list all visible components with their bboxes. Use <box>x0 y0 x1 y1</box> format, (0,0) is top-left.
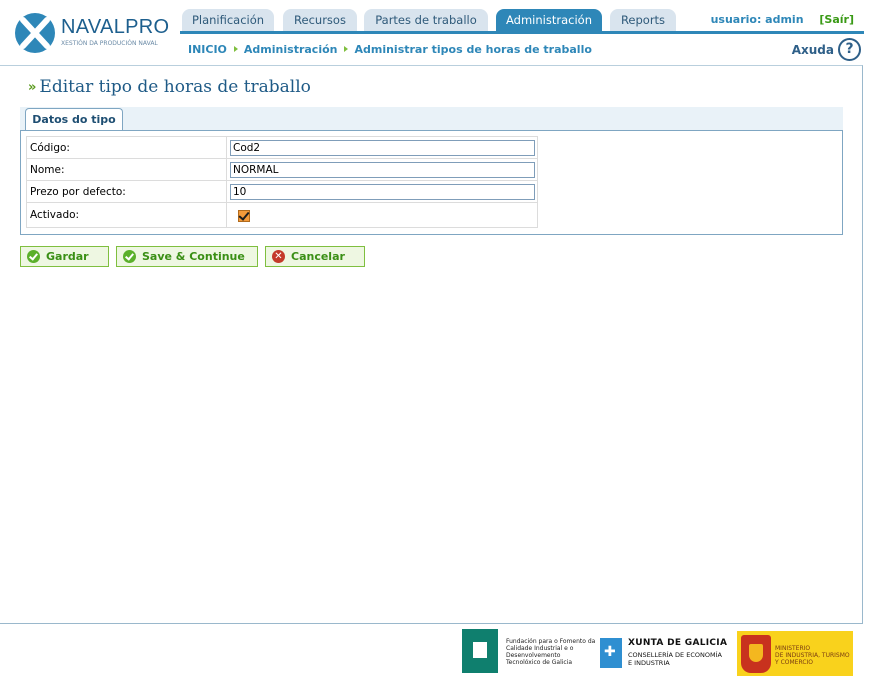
tab-partes-de-traballo[interactable]: Partes de traballo <box>364 9 488 32</box>
current-user: usuario: admin <box>710 13 804 26</box>
tab-recursos[interactable]: Recursos <box>283 9 357 32</box>
fundacion-text: Fundación para o Fomento da Calidade Ind… <box>506 638 596 666</box>
xunta-title: XUNTA DE GALICIA <box>628 638 728 648</box>
form-row-enabled: Activado: <box>26 202 538 228</box>
fundacion-mark-icon <box>462 629 498 673</box>
ministerio-line1: MINISTERIO <box>775 645 811 652</box>
brand-name: NAVALPRO <box>61 16 170 38</box>
name-label: Nome: <box>26 158 227 181</box>
footer: Fundación para o Fomento da Calidade Ind… <box>0 628 869 681</box>
save-continue-button-label: Save & Continue <box>142 250 245 263</box>
breadcrumb-home[interactable]: INICIO <box>188 43 227 56</box>
breadcrumb-separator-icon <box>233 46 238 52</box>
form-row-price: Prezo por defecto: <box>26 180 538 203</box>
tab-datos-do-tipo[interactable]: Datos do tipo <box>25 108 123 131</box>
xunta-subtitle-line2: E INDUSTRIA <box>628 659 670 667</box>
ministerio-logo: MINISTERIO DE INDUSTRIA, TURISMO Y COMER… <box>737 631 853 676</box>
price-input[interactable] <box>230 183 535 200</box>
user-bar: usuario: admin [Saír] <box>711 13 854 26</box>
code-input[interactable] <box>230 139 535 156</box>
page-heading: » Editar tipo de horas de traballo <box>28 77 311 97</box>
form-row-name: Nome: <box>26 158 538 181</box>
price-label: Prezo por defecto: <box>26 180 227 203</box>
check-circle-icon <box>123 250 136 263</box>
enabled-label: Activado: <box>26 202 227 228</box>
tab-administracion[interactable]: Administración <box>496 9 602 32</box>
form-row-code: Código: <box>26 136 538 159</box>
code-label: Código: <box>26 136 227 159</box>
name-input[interactable] <box>230 161 535 178</box>
brand-tagline: XESTIÓN DA PRODUCIÓN NAVAL <box>61 40 158 47</box>
enabled-checkbox[interactable] <box>238 209 250 222</box>
help-question-icon[interactable]: ? <box>838 38 861 61</box>
check-circle-icon <box>27 250 40 263</box>
ministerio-text: MINISTERIO DE INDUSTRIA, TURISMO Y COMER… <box>775 645 850 666</box>
cancel-button-label: Cancelar <box>291 250 345 263</box>
xunta-subtitle-line1: CONSELLERÍA DE ECONOMÍA <box>628 651 722 659</box>
cancel-button[interactable]: ✕ Cancelar <box>265 246 365 267</box>
breadcrumb-separator-icon <box>344 46 349 52</box>
xunta-subtitle: CONSELLERÍA DE ECONOMÍA E INDUSTRIA <box>628 651 722 667</box>
spain-shield-icon <box>741 635 771 673</box>
breadcrumb-administracion[interactable]: Administración <box>244 43 338 56</box>
fundacion-logo: Fundación para o Fomento da Calidade Ind… <box>462 628 595 674</box>
cancel-circle-icon: ✕ <box>272 250 285 263</box>
ministerio-line3: Y COMERCIO <box>775 659 814 666</box>
galicia-flag-icon <box>600 638 622 668</box>
tab-reports[interactable]: Reports <box>610 9 676 32</box>
breadcrumb: INICIO Administración Administrar tipos de… <box>188 43 592 56</box>
page-title: Editar tipo de horas de traballo <box>39 77 311 97</box>
section-tabstrip <box>20 107 843 130</box>
save-continue-button[interactable]: Save & Continue <box>116 246 258 267</box>
save-button[interactable]: Gardar <box>20 246 109 267</box>
save-button-label: Gardar <box>46 250 89 263</box>
navalpro-logo[interactable]: NAVALPRO XESTIÓN DA PRODUCIÓN NAVAL <box>14 11 174 55</box>
xunta-logo: XUNTA DE GALICIA CONSELLERÍA DE ECONOMÍA… <box>600 638 732 674</box>
tab-planificacion[interactable]: Planificación <box>182 9 274 32</box>
ministerio-line2: DE INDUSTRIA, TURISMO <box>775 652 850 659</box>
help-label: Axuda <box>791 42 834 57</box>
breadcrumb-current[interactable]: Administrar tipos de horas de traballo <box>354 43 591 56</box>
double-chevron-icon: » <box>28 79 37 95</box>
edit-form: Código: Nome: Prezo por defecto: Activad… <box>26 136 538 228</box>
help-link[interactable]: Axuda ? <box>792 38 861 61</box>
nav-underline <box>180 31 864 34</box>
navalpro-logo-icon <box>15 13 55 53</box>
logout-link[interactable]: [Saír] <box>819 13 854 26</box>
